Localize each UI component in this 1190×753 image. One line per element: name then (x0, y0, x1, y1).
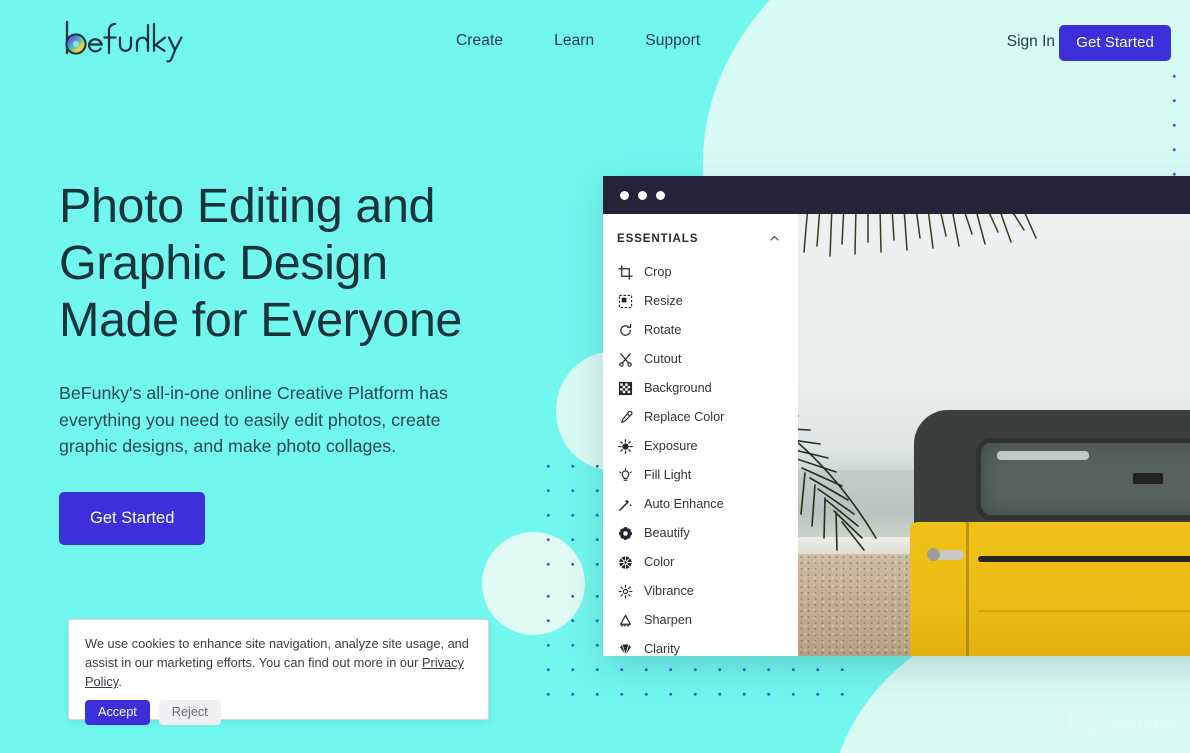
cookie-banner-actions: Accept Reject (85, 700, 472, 725)
van-crease (978, 610, 1190, 612)
eyedropper-icon (617, 409, 633, 425)
sidebar-item-label: Beautify (644, 526, 690, 540)
cookie-consent-banner: We use cookies to enhance site navigatio… (68, 619, 489, 725)
page-root: Create Learn Support Sign In Get Started… (0, 0, 1190, 753)
window-glare (997, 451, 1089, 460)
sidebar-item-label: Sharpen (644, 613, 692, 627)
window-dot-1[interactable] (620, 190, 629, 200)
lightbulb-icon (617, 467, 633, 483)
sidebar-item-auto-enhance[interactable]: Auto Enhance (603, 490, 798, 519)
window-dot-3[interactable] (656, 190, 665, 200)
color-wheel-icon (617, 554, 633, 570)
scissors-icon (617, 351, 633, 367)
hero-get-started-button[interactable]: Get Started (59, 491, 206, 545)
logo-wordmark-icon (65, 20, 183, 63)
sign-in-link[interactable]: Sign In (1007, 33, 1055, 51)
magnifier-square-icon (1070, 709, 1103, 740)
page-title: Photo Editing and Graphic Design Made fo… (59, 178, 559, 349)
sidebar-item-beautify[interactable]: Beautify (603, 519, 798, 548)
app-mockup-window: ESSENTIALS Crop Resize Rotate Cutout Bac… (603, 176, 1190, 656)
cookie-text-before-link: We use cookies to enhance site navigatio… (85, 636, 469, 670)
header-get-started-button[interactable]: Get Started (1059, 25, 1171, 61)
sidebar-item-clarity[interactable]: Clarity (603, 635, 798, 656)
sparkle-icon (617, 583, 633, 599)
nav-item-create[interactable]: Create (456, 32, 503, 50)
sidebar-item-label: Replace Color (644, 410, 725, 424)
sidebar-item-crop[interactable]: Crop (603, 258, 798, 287)
triangle-icon (617, 612, 633, 628)
van-roof (914, 410, 1190, 526)
sidebar-item-background[interactable]: Background (603, 374, 798, 403)
rotate-icon (617, 322, 633, 338)
checkerboard-icon (617, 380, 633, 396)
sidebar-item-label: Exposure (644, 439, 698, 453)
sidebar-item-label: Resize (644, 294, 683, 308)
van-body (910, 522, 1190, 656)
heading-line-1: Photo Editing and (59, 179, 436, 233)
cookie-banner-text: We use cookies to enhance site navigatio… (85, 634, 472, 691)
diamond-icon (617, 641, 633, 656)
heading-line-3: Made for Everyone (59, 293, 462, 347)
hero-paragraph: BeFunky's all-in-one online Creative Pla… (59, 383, 448, 456)
sidebar-item-label: Vibrance (644, 584, 694, 598)
sidebar-item-label: Color (644, 555, 675, 569)
crop-icon (617, 264, 633, 280)
hero-section: Photo Editing and Graphic Design Made fo… (59, 178, 559, 545)
sidebar-item-label: Clarity (644, 642, 680, 656)
app-window-body: ESSENTIALS Crop Resize Rotate Cutout Bac… (603, 214, 1190, 656)
sidebar-section-header[interactable]: ESSENTIALS (603, 232, 798, 245)
sidebar-item-label: Auto Enhance (644, 497, 724, 511)
sidebar-item-rotate[interactable]: Rotate (603, 316, 798, 345)
window-dot-2[interactable] (638, 190, 647, 200)
app-window-titlebar (603, 176, 1190, 214)
sidebar-item-label: Background (644, 381, 712, 395)
van-door-seam (966, 522, 969, 656)
site-header: Create Learn Support Sign In Get Started (0, 0, 1190, 82)
editor-sidebar: ESSENTIALS Crop Resize Rotate Cutout Bac… (603, 214, 798, 656)
sidebar-item-label: Rotate (644, 323, 682, 337)
sidebar-item-fill-light[interactable]: Fill Light (603, 461, 798, 490)
sidebar-item-vibrance[interactable]: Vibrance (603, 577, 798, 606)
van-trim-line (978, 556, 1190, 562)
sidebar-item-cutout[interactable]: Cutout (603, 345, 798, 374)
rearview-mirror (1133, 473, 1163, 484)
sidebar-item-sharpen[interactable]: Sharpen (603, 606, 798, 635)
sidebar-item-exposure[interactable]: Exposure (603, 432, 798, 461)
resize-icon (617, 293, 633, 309)
reject-cookies-button[interactable]: Reject (158, 700, 221, 725)
sidebar-item-resize[interactable]: Resize (603, 287, 798, 316)
sidebar-item-color[interactable]: Color (603, 548, 798, 577)
accept-cookies-button[interactable]: Accept (85, 700, 150, 725)
van-rear-window (976, 438, 1190, 520)
van-door-handle (927, 548, 964, 561)
decorative-circle-left (482, 532, 585, 635)
exposure-icon (617, 438, 633, 454)
watermark-label: Revain (1111, 713, 1176, 736)
chevron-up-icon[interactable] (769, 233, 780, 244)
sidebar-item-label: Fill Light (644, 468, 692, 482)
photo-van (910, 410, 1190, 656)
heading-line-2: Graphic Design (59, 236, 388, 290)
nav-item-support[interactable]: Support (645, 32, 700, 50)
nav-item-learn[interactable]: Learn (554, 32, 594, 50)
sidebar-item-label: Cutout (644, 352, 682, 366)
magic-wand-icon (617, 496, 633, 512)
cookie-text-after-link: . (118, 674, 122, 689)
sidebar-item-replace-color[interactable]: Replace Color (603, 403, 798, 432)
palm-frond-top-icon (803, 214, 1037, 257)
revain-watermark: Revain (1069, 708, 1176, 742)
sidebar-item-label: Crop (644, 265, 672, 279)
flower-icon (617, 525, 633, 541)
sidebar-section-title: ESSENTIALS (617, 232, 699, 245)
main-navigation: Create Learn Support (456, 32, 700, 50)
editor-canvas-photo (798, 214, 1190, 656)
befunky-logo[interactable] (59, 19, 185, 65)
